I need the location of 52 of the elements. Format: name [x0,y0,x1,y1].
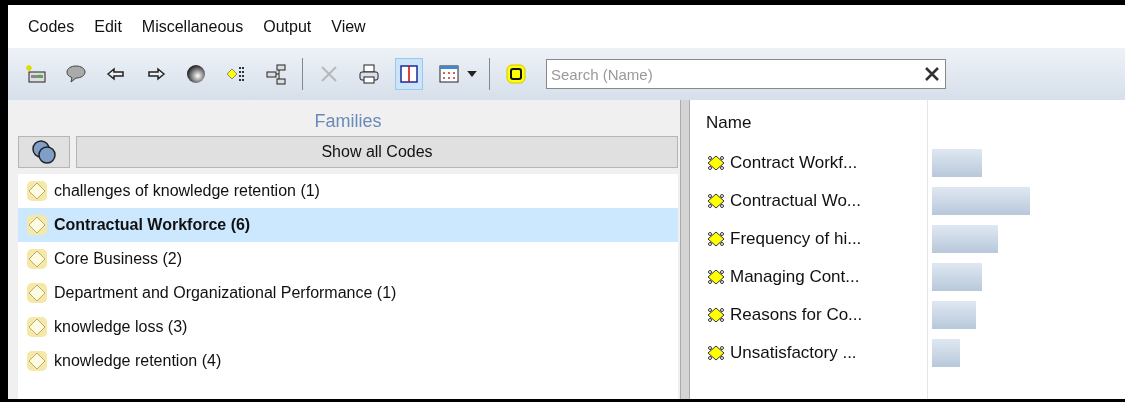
column-header[interactable]: Name [706,110,927,144]
code-diamond-icon [706,154,726,172]
frequency-bar [932,149,982,177]
family-item[interactable]: Contractual Workforce (6) [18,208,678,242]
code-diamond-icon [706,230,726,248]
family-item[interactable]: knowledge retention (4) [18,344,678,378]
frequency-bar [932,301,976,329]
family-item[interactable]: Department and Organizational Performance (1) [18,276,678,310]
printer-icon [358,63,380,85]
overlap-circles-icon [31,139,57,165]
dropdown-button[interactable] [467,71,477,77]
split-view-icon [398,63,420,85]
family-item[interactable]: challenges of knowledge retention (1) [18,174,678,208]
family-item[interactable]: knowledge loss (3) [18,310,678,344]
family-icon [26,316,48,338]
family-icon [26,214,48,236]
code-name[interactable]: Frequency of hi... [706,220,927,258]
sphere-icon [185,63,207,85]
code-name[interactable]: Contract Workf... [706,144,927,182]
menu-item[interactable]: Output [263,14,312,39]
code-diamond-icon [706,344,726,362]
frequency-bar [932,339,960,367]
menu-item[interactable]: View [331,14,366,39]
code-diamond-icon [706,192,726,210]
code-diamond-icon [706,268,726,286]
family-icon [26,350,48,372]
menu-item[interactable]: Miscellaneous [141,14,244,39]
code-name[interactable]: Reasons for Co... [706,296,927,334]
square-icon [505,63,527,85]
toolbar-button[interactable] [395,58,423,90]
search-field[interactable]: Search (Name) [546,59,946,89]
new-code-icon [25,63,47,85]
code-name[interactable]: Contractual Wo... [706,182,927,220]
family-icon [26,248,48,270]
family-icon [26,180,48,202]
frequency-bar [932,225,998,253]
calendar-icon [438,63,460,85]
panel-title: Families [313,110,383,133]
family-item[interactable]: Core Business (2) [18,242,678,276]
show-all-codes-button[interactable]: Show all Codes [76,136,678,168]
tree-diagram-icon [265,63,287,85]
code-name[interactable]: Managing Cont... [706,258,927,296]
speech-bubble-icon [65,63,87,85]
frequency-bar [932,263,982,291]
menu-item[interactable]: Codes [28,14,75,39]
menu-item[interactable]: Edit [94,14,122,39]
close-icon[interactable] [924,66,940,82]
caret-icon [467,71,477,77]
family-icon [26,282,48,304]
code-name[interactable]: Unsatisfactory ... [706,334,927,372]
code-diamond-icon [706,306,726,324]
toggle-button[interactable] [18,136,70,168]
